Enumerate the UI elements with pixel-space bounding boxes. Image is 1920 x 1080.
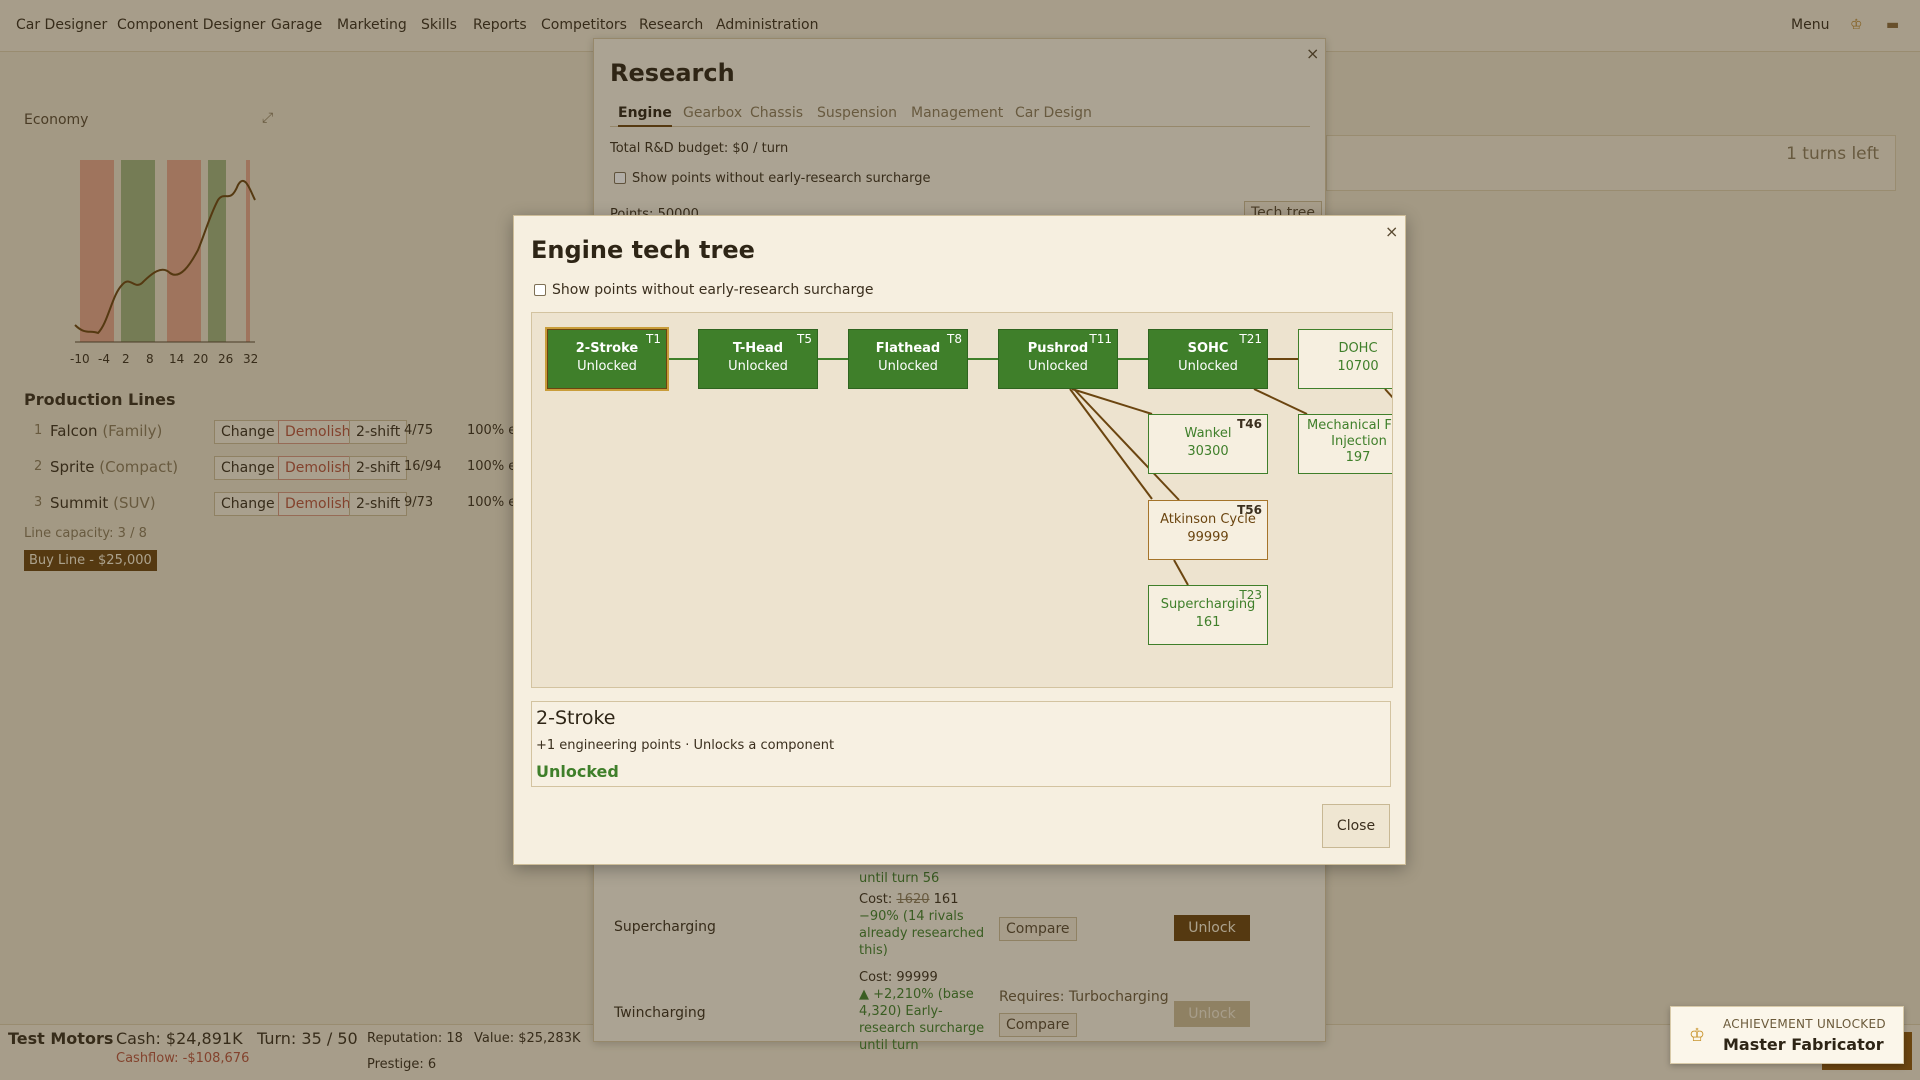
detail-title: 2-Stroke bbox=[536, 707, 616, 729]
node-name: T-Head bbox=[732, 341, 784, 356]
node-status: 197 bbox=[1345, 450, 1371, 465]
node-status: Unlocked bbox=[1028, 359, 1088, 374]
modal-title: Engine tech tree bbox=[531, 236, 755, 264]
tech-node-wankel[interactable]: T46 Wankel 30300 bbox=[1148, 414, 1268, 474]
node-name: Wankel bbox=[1184, 426, 1232, 441]
checkbox[interactable] bbox=[534, 284, 546, 296]
node-name: SOHC bbox=[1187, 341, 1229, 356]
toast-label: ACHIEVEMENT UNLOCKED bbox=[1723, 1017, 1886, 1031]
detail-description: +1 engineering points · Unlocks a compon… bbox=[536, 738, 835, 753]
node-name: DOHC bbox=[1338, 341, 1378, 356]
link-pushrod-atkinson-2 bbox=[1069, 388, 1153, 500]
tech-node-pushrod[interactable]: T11 Pushrod Unlocked bbox=[998, 329, 1118, 389]
tier-badge: T8 bbox=[947, 332, 962, 346]
node-status: Unlocked bbox=[1178, 359, 1238, 374]
node-status: 10700 bbox=[1337, 359, 1379, 374]
link-atkinson-supercharging bbox=[1173, 559, 1189, 586]
node-status: Unlocked bbox=[878, 359, 938, 374]
surcharge-label: Show points without early-research surch… bbox=[552, 282, 874, 298]
node-status: Unlocked bbox=[728, 359, 788, 374]
node-name: Pushrod bbox=[1027, 341, 1089, 356]
achievement-toast: ♔ ACHIEVEMENT UNLOCKED Master Fabricator bbox=[1670, 1006, 1904, 1064]
tech-node-supercharging[interactable]: T23 Supercharging 161 bbox=[1148, 585, 1268, 645]
tier-badge: T5 bbox=[797, 332, 812, 346]
surcharge-toggle[interactable]: Show points without early-research surch… bbox=[534, 282, 873, 298]
node-name: Mechanical Fuel Injection bbox=[1307, 418, 1392, 449]
tech-node-flathead[interactable]: T8 Flathead Unlocked bbox=[848, 329, 968, 389]
tier-badge: T11 bbox=[1089, 332, 1112, 346]
tech-tree-canvas: T1 2-Stroke Unlocked T5 T-Head Unlocked … bbox=[531, 312, 1393, 688]
tier-badge: T1 bbox=[646, 332, 661, 346]
link-sohc-mfi bbox=[1253, 388, 1308, 415]
node-status: 99999 bbox=[1187, 530, 1229, 545]
detail-status: Unlocked bbox=[536, 762, 619, 781]
toast-title: Master Fabricator bbox=[1723, 1035, 1884, 1054]
tech-node-atkinson-cycle[interactable]: T56 Atkinson Cycle 99999 bbox=[1148, 500, 1268, 560]
tier-badge: T23 bbox=[1239, 588, 1262, 602]
tier-badge: T21 bbox=[1239, 332, 1262, 346]
tech-node-2-stroke[interactable]: T1 2-Stroke Unlocked bbox=[545, 327, 669, 391]
node-status: 30300 bbox=[1187, 444, 1229, 459]
trophy-icon: ♔ bbox=[1689, 1025, 1706, 1046]
tier-badge: T46 bbox=[1237, 417, 1262, 431]
node-status: Unlocked bbox=[577, 359, 637, 374]
tech-node-mechanical-fuel-injection[interactable]: Mechanical Fuel Injection 197 bbox=[1298, 414, 1392, 474]
tech-node-t-head[interactable]: T5 T-Head Unlocked bbox=[698, 329, 818, 389]
node-name: Flathead bbox=[875, 341, 941, 356]
tier-badge: T56 bbox=[1237, 503, 1262, 517]
tech-node-sohc[interactable]: T21 SOHC Unlocked bbox=[1148, 329, 1268, 389]
tech-node-dohc[interactable]: DOHC 10700 bbox=[1298, 329, 1392, 389]
node-status: 161 bbox=[1195, 615, 1221, 630]
tech-detail-panel: 2-Stroke +1 engineering points · Unlocks… bbox=[531, 701, 1391, 787]
close-button[interactable]: Close bbox=[1322, 804, 1390, 848]
tech-tree-modal: Engine tech tree × Show points without e… bbox=[513, 215, 1406, 865]
close-icon[interactable]: × bbox=[1385, 222, 1398, 241]
link-pushrod-wankel bbox=[1071, 388, 1153, 415]
node-name: 2-Stroke bbox=[575, 341, 639, 356]
link-dohc-next bbox=[1384, 388, 1392, 399]
